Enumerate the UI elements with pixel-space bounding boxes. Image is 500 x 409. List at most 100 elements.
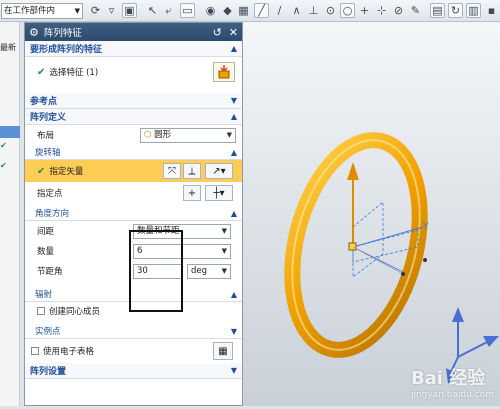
view-icon[interactable]: ◉ (203, 3, 218, 18)
subsection-title: 实例点 (35, 327, 61, 337)
options-icon[interactable]: ▪ (484, 3, 499, 18)
watermark: Bai 经验 jingyan.baidu.com (411, 364, 494, 400)
point-type-icon[interactable]: ┼▾ (205, 185, 233, 201)
use-spreadsheet-label: 使用电子表格 (43, 347, 95, 357)
section-array-settings[interactable]: 阵列设置 ▼ (25, 363, 242, 379)
watermark-text: Bai 经验 (410, 368, 486, 389)
guide-line (352, 246, 404, 275)
pattern-feature-dialog: ⚙ 阵列特征 ↺ ✕ 要形成阵列的特征 ▲ ✔ 选择特征 (1) 参考点 ▼ 阵… (24, 22, 243, 406)
line-icon[interactable]: ╱ (254, 3, 269, 18)
create-concentric-row[interactable]: 创建同心成员 (25, 302, 242, 320)
layout-row: 布局 ⬡ 圆形 ▼ (25, 125, 242, 145)
chevron-down-icon: ▼ (230, 96, 237, 105)
pitch-angle-label: 节距角 (37, 267, 63, 277)
vector-arrowhead (347, 162, 359, 180)
curve-icon[interactable]: ∧ (289, 3, 304, 18)
top-toolbar: 在工作部件内 ▼ ⟳ ▿ ▣ ↖ ⤶ ▭ ◉ ◆ ▦ ╱ / ∧ ⊥ ⊙ ○ +… (0, 0, 500, 22)
specify-point-row[interactable]: 指定点 + ┼▾ (25, 182, 242, 204)
refresh-icon[interactable]: ↻ (448, 3, 463, 18)
section-array-definition[interactable]: 阵列定义 ▲ (25, 109, 242, 125)
gear-icon[interactable]: ⚙ (29, 26, 39, 39)
check-icon: ✔ (37, 66, 46, 78)
arrow-icon[interactable]: ↖ (145, 3, 160, 18)
window-icon[interactable]: ▤ (430, 3, 445, 18)
chevron-up-icon: ▲ (230, 147, 237, 157)
feature-select-icon[interactable] (213, 62, 235, 82)
point-dialog-icon[interactable]: + (183, 185, 201, 201)
graphics-viewport[interactable]: Y Bai 经验 jingyan.baidu.com (243, 22, 500, 406)
navigator-item-selected[interactable] (0, 126, 20, 138)
box-select-icon[interactable]: ▭ (180, 3, 195, 18)
spacing-label: 间距 (37, 227, 55, 237)
model-view: Y (284, 132, 499, 384)
subsection-title: 角度方向 (35, 209, 70, 219)
reverse-direction-icon[interactable]: ⤧ (163, 163, 181, 179)
specify-point-label: 指定点 (37, 189, 63, 199)
layout-label: 布局 (37, 131, 55, 141)
vector-dialog-icon[interactable]: ⟂ (183, 163, 201, 179)
origin-handle (348, 242, 357, 251)
tangent-icon[interactable]: ⊘ (391, 3, 406, 18)
subsection-radiate[interactable]: 辐射 ▲ (25, 287, 242, 302)
chevron-down-icon: ▼ (230, 366, 237, 375)
point-marker (401, 272, 405, 276)
layout-dropdown[interactable]: ⬡ 圆形 ▼ (140, 128, 236, 143)
specify-vector-label: 指定矢量 (49, 167, 84, 177)
selection-scope-dropdown[interactable]: 在工作部件内 ▼ (1, 3, 83, 19)
vector-type-icon[interactable]: ↗▾ (205, 163, 233, 179)
section-title: 要形成阵列的特征 (30, 45, 103, 55)
use-spreadsheet-checkbox[interactable] (31, 347, 39, 355)
count-label: 数量 (37, 247, 55, 257)
count-input[interactable]: 6 ▼ (133, 244, 231, 259)
check-icon: ✔ (37, 165, 46, 177)
circle-icon[interactable]: ○ (340, 3, 355, 18)
chevron-up-icon: ▲ (230, 208, 237, 218)
use-spreadsheet-row[interactable]: 使用电子表格 ▦ (25, 339, 242, 363)
midpoint-icon[interactable]: ⊥ (306, 3, 321, 18)
plus-icon[interactable]: + (357, 3, 372, 18)
cube-icon[interactable]: ◆ (220, 3, 235, 18)
pitch-angle-input[interactable]: 30 (133, 264, 183, 279)
chevron-down-icon: ▼ (74, 7, 80, 15)
center-icon[interactable]: ⊙ (323, 3, 338, 18)
section-reference-point[interactable]: 参考点 ▼ (25, 93, 242, 109)
spacing-row: 间距 数量和节距 ▼ (25, 221, 242, 241)
chevron-down-icon: ▼ (230, 326, 237, 336)
filter-icon[interactable]: ▿ (104, 3, 119, 18)
pitch-unit-dropdown[interactable]: deg ▼ (187, 264, 231, 279)
subsection-title: 辐射 (35, 290, 53, 300)
subsection-instance-points[interactable]: 实例点 ▼ (25, 324, 242, 339)
select-filter-icon[interactable]: ▣ (122, 3, 137, 18)
create-concentric-checkbox[interactable] (37, 307, 45, 315)
specify-vector-row[interactable]: ✔ 指定矢量 ⤧ ⟂ ↗▾ (25, 160, 242, 182)
pitch-unit-value: deg (191, 266, 208, 276)
section-title: 阵列定义 (30, 113, 67, 123)
section-features-to-pattern[interactable]: 要形成阵列的特征 ▲ (25, 41, 242, 57)
subsection-angular-direction[interactable]: 角度方向 ▲ (25, 206, 242, 221)
triad-arrowhead (483, 336, 499, 347)
spreadsheet-icon[interactable]: ▦ (213, 342, 233, 360)
spacing-dropdown[interactable]: 数量和节距 ▼ (133, 224, 231, 239)
section-title: 参考点 (30, 97, 58, 107)
grid-icon[interactable]: ▦ (236, 3, 251, 18)
layout-icon[interactable]: ▥ (466, 3, 481, 18)
pitch-angle-value: 30 (137, 266, 148, 276)
navigator-item-latest[interactable]: 最新 (0, 42, 20, 54)
circular-layout-icon: ⬡ (144, 130, 152, 140)
reset-icon[interactable]: ↺ (213, 26, 222, 39)
slash-icon[interactable]: / (272, 3, 287, 18)
select-feature-row[interactable]: ✔ 选择特征 (1) (25, 57, 242, 87)
pitch-angle-row: 节距角 30 deg ▼ (25, 261, 242, 281)
chevron-down-icon: ▼ (221, 267, 227, 275)
snap-icon[interactable]: ⟳ (88, 3, 103, 18)
point-icon[interactable]: ⊹ (374, 3, 389, 18)
pencil-icon[interactable]: ✎ (408, 3, 423, 18)
selection-scope-value: 在工作部件内 (4, 6, 56, 16)
watermark-url: jingyan.baidu.com (410, 390, 494, 400)
subsection-rotation-axis[interactable]: 旋转轴 ▲ (25, 145, 242, 160)
close-icon[interactable]: ✕ (229, 26, 238, 39)
y-axis-label: Y (422, 222, 429, 232)
navigator-check-icon: ✔ (0, 161, 7, 170)
create-concentric-label: 创建同心成员 (49, 307, 101, 317)
move-icon[interactable]: ⤶ (161, 3, 176, 18)
